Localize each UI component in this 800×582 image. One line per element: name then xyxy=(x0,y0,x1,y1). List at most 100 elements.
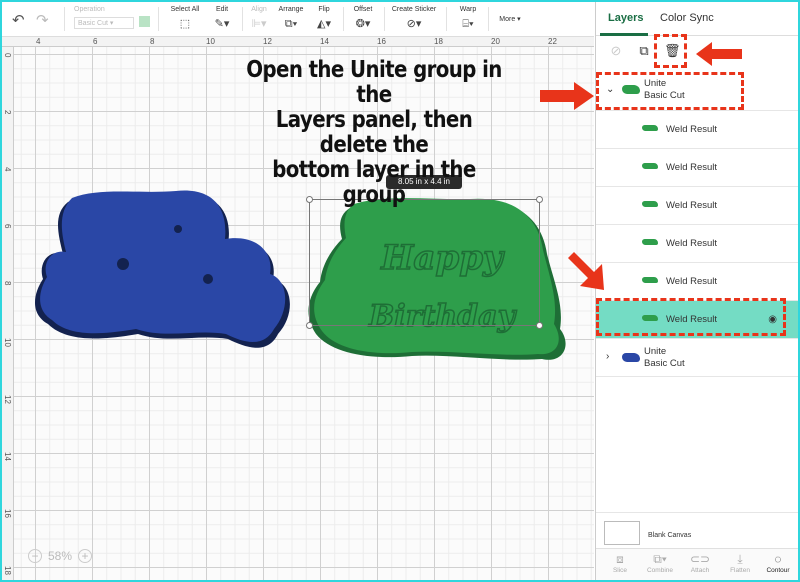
offset-button[interactable]: Offset ❂▾ xyxy=(348,5,378,33)
flatten-button[interactable]: ⤓ Flatten xyxy=(724,551,756,574)
ruler-tick: 10 xyxy=(206,37,215,46)
zoom-in-icon[interactable]: + xyxy=(78,549,93,563)
slice-icon: ⧈ xyxy=(616,552,624,566)
ruler-tick: 4 xyxy=(3,167,12,172)
annotation-arrow-right-icon xyxy=(540,82,594,110)
annotation-unite-highlight xyxy=(596,72,744,110)
more-button[interactable]: More ▾ xyxy=(495,15,525,23)
resize-handle[interactable] xyxy=(536,322,543,329)
arrange-button[interactable]: Arrange ⧉▾ xyxy=(274,5,308,33)
undo-icon[interactable]: ↶ xyxy=(12,11,25,29)
annotation-arrow-left-icon xyxy=(696,42,742,66)
layer-weld-result[interactable]: Weld Result xyxy=(596,111,798,149)
flip-button[interactable]: Flip ◭▾ xyxy=(311,5,337,33)
edit-button[interactable]: Edit ✎▾ xyxy=(206,5,238,33)
align-button[interactable]: Align ⊫▾ xyxy=(246,5,272,33)
ruler-tick: 14 xyxy=(320,37,329,46)
layer-weld-result[interactable]: Weld Result xyxy=(596,149,798,187)
ruler-tick: 12 xyxy=(3,395,12,404)
instruction-line: bottom layer in the group xyxy=(272,157,476,208)
tab-layers[interactable]: Layers xyxy=(608,12,643,24)
contour-icon: ◌ xyxy=(774,552,782,566)
flip-icon: ◭▾ xyxy=(317,18,331,30)
layer-thumbnail xyxy=(642,163,658,169)
top-ruler: 4 6 8 10 12 14 16 18 20 22 xyxy=(2,37,594,47)
operation-control[interactable]: Operation Basic Cut ▾ xyxy=(74,5,144,29)
pencil-icon: ✎▾ xyxy=(214,18,230,30)
layer-weld-result[interactable]: Weld Result xyxy=(596,263,798,301)
resize-handle[interactable] xyxy=(536,196,543,203)
left-ruler: 0 2 4 6 8 10 12 14 16 18 xyxy=(2,47,14,580)
layer-name: Weld Result xyxy=(666,162,718,173)
ruler-tick: 6 xyxy=(93,37,98,46)
arrange-label: Arrange xyxy=(278,6,304,13)
select-all-icon: ⬚ xyxy=(179,18,191,30)
ruler-tick: 8 xyxy=(150,37,155,46)
group-icon[interactable]: ⊘ xyxy=(608,43,624,59)
caret-down-icon: ▾ xyxy=(515,16,521,23)
redo-icon[interactable]: ↷ xyxy=(36,11,49,29)
layer-name: Weld Result xyxy=(666,276,718,287)
chevron-right-icon[interactable]: › xyxy=(606,351,609,362)
edit-label: Edit xyxy=(215,6,229,13)
slice-button[interactable]: ⧈ Slice xyxy=(604,551,636,574)
ruler-tick: 14 xyxy=(3,452,12,461)
select-all-button[interactable]: Select All ⬚ xyxy=(166,5,204,33)
create-sticker-label: Create Sticker xyxy=(391,6,437,13)
instruction-line: Open the Unite group in the xyxy=(246,57,502,108)
zoom-level: 58% xyxy=(48,549,73,563)
more-label: More xyxy=(499,16,516,23)
design-space-window: ↶ ↷ Operation Basic Cut ▾ Select All ⬚ E… xyxy=(2,2,798,580)
operation-select[interactable]: Basic Cut ▾ xyxy=(74,17,134,29)
warp-button[interactable]: Warp ⌸▾ xyxy=(454,5,482,33)
combine-icon: ⧉▾ xyxy=(653,552,667,566)
layer-weld-result[interactable]: Weld Result xyxy=(596,187,798,225)
attach-button[interactable]: ⊂⊃ Attach xyxy=(684,551,716,574)
canvas-swatch[interactable] xyxy=(604,521,640,545)
tab-color-sync[interactable]: Color Sync xyxy=(660,12,714,24)
blue-unite-design[interactable] xyxy=(28,184,298,356)
layer-thumbnail xyxy=(642,201,658,207)
flip-label: Flip xyxy=(318,6,330,13)
ruler-tick: 20 xyxy=(491,37,500,46)
warp-icon: ⌸▾ xyxy=(462,18,474,30)
align-label: Align xyxy=(251,6,267,13)
flatten-icon: ⤓ xyxy=(737,552,743,566)
ruler-tick: 16 xyxy=(377,37,386,46)
selection-bounding-box[interactable] xyxy=(306,196,543,329)
select-all-label: Select All xyxy=(170,6,200,13)
offset-label: Offset xyxy=(353,6,373,13)
layer-thumbnail xyxy=(642,125,658,131)
create-sticker-button[interactable]: Create Sticker ⊘▾ xyxy=(388,5,440,33)
layer-name: Unite xyxy=(644,346,667,357)
layer-name: Weld Result xyxy=(666,238,718,249)
annotation-arrow-down-right-icon xyxy=(568,252,604,290)
layer-name: Weld Result xyxy=(666,200,718,211)
ruler-tick: 10 xyxy=(3,338,12,347)
contour-button[interactable]: ◌ Contour xyxy=(762,551,794,574)
sticker-icon: ⊘▾ xyxy=(406,18,422,30)
panel-tabs: Layers Color Sync xyxy=(596,2,798,36)
annotation-delete-highlight xyxy=(654,34,687,68)
layer-name: Weld Result xyxy=(666,124,718,135)
layer-thumbnail xyxy=(642,277,658,283)
ruler-tick: 16 xyxy=(3,509,12,518)
ruler-tick: 18 xyxy=(434,37,443,46)
layer-weld-result[interactable]: Weld Result xyxy=(596,225,798,263)
ruler-tick: 22 xyxy=(548,37,557,46)
zoom-control: − 58% + xyxy=(28,546,93,566)
ruler-tick: 12 xyxy=(263,37,272,46)
combine-button[interactable]: ⧉▾ Combine xyxy=(644,551,676,574)
ruler-tick: 0 xyxy=(3,53,12,58)
layer-group-unite[interactable]: › Unite Basic Cut xyxy=(596,339,798,377)
ruler-tick: 2 xyxy=(3,110,12,115)
ruler-tick: 4 xyxy=(36,37,41,46)
color-swatch[interactable] xyxy=(139,16,150,27)
blank-canvas-layer[interactable]: Blank Canvas xyxy=(596,512,798,548)
zoom-out-icon[interactable]: − xyxy=(28,549,42,563)
resize-handle[interactable] xyxy=(306,322,313,329)
attach-icon: ⊂⊃ xyxy=(689,552,711,566)
annotation-bottom-layer-highlight xyxy=(596,298,786,336)
layer-operation: Basic Cut xyxy=(644,358,685,369)
duplicate-icon[interactable]: ⧉ xyxy=(636,43,652,59)
